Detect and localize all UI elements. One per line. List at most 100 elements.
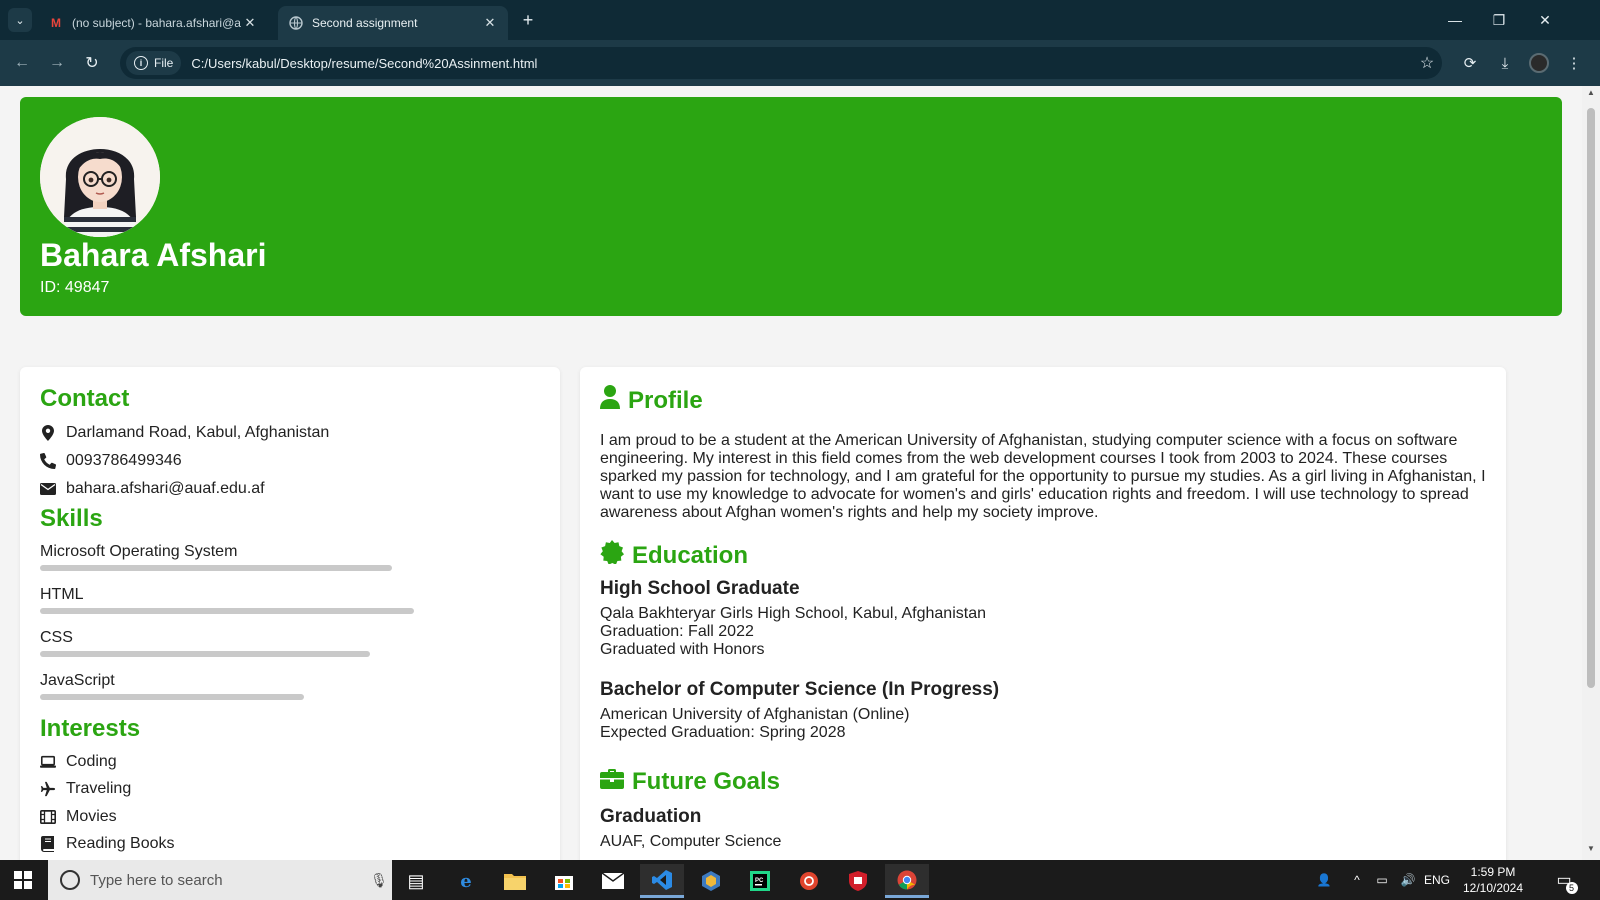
- shield-app-icon[interactable]: [836, 864, 880, 898]
- goals-heading: Future Goals: [632, 768, 781, 795]
- resume-header: Bahara Afshari ID: 49847: [20, 97, 1562, 316]
- close-tab-icon[interactable]: ✕: [242, 15, 258, 31]
- site-info-chip[interactable]: i File: [126, 51, 182, 75]
- info-icon: i: [134, 56, 148, 70]
- skill-bar: [40, 565, 480, 571]
- windows-taskbar: Type here to search 🎙 ▤ e PC 👤 ^ ▭ 🔊 ENG…: [0, 860, 1600, 900]
- notification-center-icon[interactable]: ▭ 5: [1544, 860, 1584, 900]
- plane-icon: [40, 781, 56, 797]
- scroll-down-arrow[interactable]: ▼: [1582, 844, 1600, 858]
- notification-count: 5: [1565, 882, 1578, 894]
- file-explorer-icon[interactable]: [493, 864, 537, 898]
- contact-phone: 0093786499346: [66, 452, 182, 469]
- skill-bar: [40, 694, 480, 700]
- interest-label: Movies: [66, 808, 117, 825]
- skill-bar-fill: [40, 694, 304, 700]
- back-button[interactable]: ←: [10, 51, 34, 75]
- restore-button[interactable]: ❐: [1484, 8, 1514, 32]
- tab-title: Second assignment: [312, 16, 418, 30]
- battery-icon[interactable]: ▭: [1370, 860, 1394, 900]
- gmail-icon: M: [51, 16, 61, 30]
- student-id: ID: 49847: [40, 279, 110, 296]
- education-heading: Education: [632, 541, 749, 569]
- skill-label: HTML: [40, 586, 84, 603]
- interest-item: Movies: [40, 808, 117, 826]
- clock-date: 12/10/2024: [1462, 881, 1524, 895]
- extension-icon[interactable]: ⟳: [1458, 51, 1482, 75]
- mail-icon[interactable]: [591, 864, 635, 898]
- clock-time: 1:59 PM: [1470, 865, 1516, 879]
- resume-name: Bahara Afshari: [40, 237, 267, 273]
- skill-bar-fill: [40, 651, 370, 657]
- address-bar[interactable]: i File C:/Users/kabul/Desktop/resume/Sec…: [120, 47, 1442, 79]
- close-tab-icon[interactable]: ✕: [482, 15, 498, 31]
- taskbar-search[interactable]: Type here to search 🎙: [48, 860, 392, 900]
- browser-menu-icon[interactable]: ⋮: [1562, 51, 1586, 75]
- contact-item: Darlamand Road, Kabul, Afghanistan: [40, 424, 329, 442]
- laptop-icon: [40, 755, 56, 769]
- skill-bar: [40, 651, 480, 657]
- edge-icon[interactable]: e: [444, 864, 488, 898]
- minimize-button[interactable]: —: [1440, 8, 1470, 32]
- task-view-icon[interactable]: ▤: [394, 864, 438, 898]
- skill-bar-fill: [40, 608, 414, 614]
- interests-heading: Interests: [40, 715, 141, 742]
- profile-avatar[interactable]: [1529, 53, 1549, 73]
- contact-item: 0093786499346: [40, 452, 182, 470]
- skill-bar: [40, 608, 480, 614]
- chrome-icon[interactable]: [885, 864, 929, 898]
- goals-section-heading: Future Goals: [600, 768, 780, 796]
- page-scrollbar[interactable]: ▲ ▼: [1582, 86, 1600, 860]
- chevron-up-icon[interactable]: ^: [1346, 860, 1368, 900]
- forward-button[interactable]: →: [45, 51, 69, 75]
- taskbar-clock[interactable]: 1:59 PM 12/10/2024: [1456, 864, 1530, 896]
- pycharm-icon[interactable]: PC: [738, 864, 782, 898]
- tab-gmail[interactable]: M (no subject) - bahara.afshari@a ✕: [38, 6, 268, 40]
- vscode-icon[interactable]: [640, 864, 684, 898]
- contact-heading: Contact: [40, 385, 130, 412]
- new-tab-button[interactable]: +: [516, 8, 540, 32]
- app-icon-red-gear[interactable]: [787, 864, 831, 898]
- language-indicator[interactable]: ENG: [1420, 860, 1454, 900]
- close-window-button[interactable]: ✕: [1530, 8, 1560, 32]
- svg-text:PC: PC: [755, 878, 764, 884]
- education-title: Bachelor of Computer Science (In Progres…: [600, 679, 1000, 700]
- bookmark-star-icon[interactable]: ☆: [1412, 53, 1442, 73]
- main-card: Profile I am proud to be a student at th…: [580, 367, 1506, 860]
- skill-label: CSS: [40, 629, 73, 646]
- volume-icon[interactable]: 🔊: [1396, 860, 1420, 900]
- contact-address: Darlamand Road, Kabul, Afghanistan: [66, 424, 330, 441]
- page-viewport: Bahara Afshari ID: 49847 Contact Darlama…: [0, 86, 1582, 860]
- url-text[interactable]: C:/Users/kabul/Desktop/resume/Second%20A…: [191, 56, 1412, 71]
- download-icon[interactable]: ⤓: [1493, 51, 1517, 75]
- scheme-label: File: [154, 56, 174, 70]
- education-title: High School Graduate: [600, 578, 800, 599]
- skill-label: JavaScript: [40, 672, 115, 689]
- tab-title: (no subject) - bahara.afshari@a: [72, 16, 241, 30]
- envelope-icon: [40, 483, 56, 495]
- education-line: American University of Afghanistan (Onli…: [600, 706, 910, 723]
- skill-label: Microsoft Operating System: [40, 543, 238, 560]
- skills-heading: Skills: [40, 505, 103, 532]
- store-icon[interactable]: [542, 864, 586, 898]
- tab-second-assignment[interactable]: Second assignment ✕: [278, 6, 508, 40]
- briefcase-icon: [600, 768, 624, 796]
- interest-item: Reading Books: [40, 835, 175, 853]
- scroll-up-arrow[interactable]: ▲: [1582, 88, 1600, 102]
- goal-title: Graduation: [600, 806, 702, 827]
- skill-bar-fill: [40, 565, 392, 571]
- scrollbar-thumb[interactable]: [1587, 108, 1595, 688]
- goal-line: AUAF, Computer Science: [600, 833, 782, 850]
- graduation-badge-icon: [600, 540, 624, 571]
- cortana-icon: [60, 870, 80, 890]
- profile-paragraph: I am proud to be a student at the Americ…: [600, 432, 1486, 521]
- start-button[interactable]: [0, 860, 46, 900]
- people-icon[interactable]: 👤: [1312, 860, 1336, 900]
- contact-email[interactable]: bahara.afshari@auaf.edu.af: [66, 480, 265, 498]
- microphone-icon[interactable]: 🎙: [366, 872, 392, 889]
- interest-item: Coding: [40, 753, 117, 771]
- tab-search-button[interactable]: ⌄: [8, 8, 32, 32]
- reload-button[interactable]: ↻: [80, 51, 104, 75]
- virtualbox-icon[interactable]: [689, 864, 733, 898]
- search-placeholder: Type here to search: [90, 871, 223, 889]
